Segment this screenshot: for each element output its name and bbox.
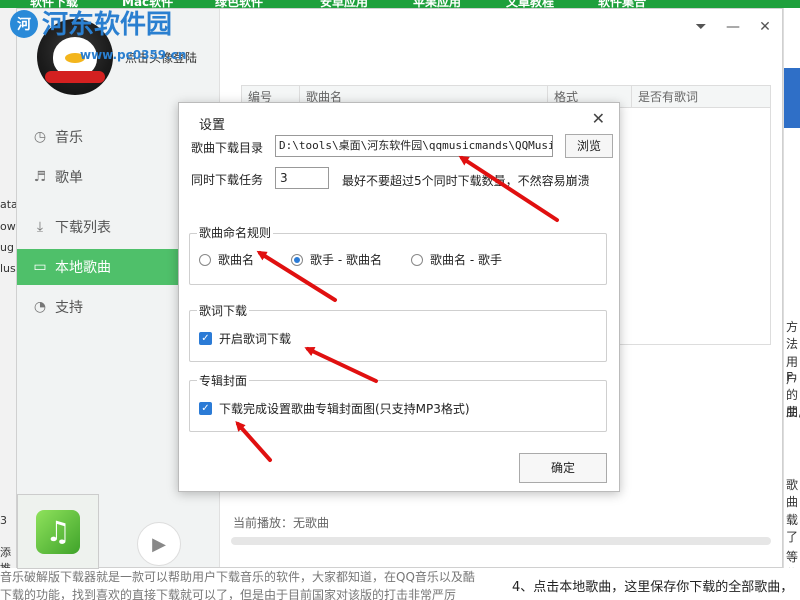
album-cover: ♫ [17,494,99,569]
radio-label: 歌手 - 歌曲名 [310,253,382,267]
play-button[interactable]: ▶ [137,522,181,566]
radio-song-artist[interactable]: 歌曲名 - 歌手 [411,251,502,268]
now-playing-status: 当前播放：无歌曲 [233,516,330,530]
concurrent-tasks-hint: 最好不要超过5个同时下载数量，不然容易崩溃 [342,174,590,188]
download-dir-label: 歌曲下载目录 [191,141,264,155]
playback-progress-bar[interactable] [231,537,771,545]
radio-artist-song[interactable]: 歌手 - 歌曲名 [291,251,382,268]
music-note-icon: ♫ [36,509,80,554]
browse-button[interactable]: 浏览 [565,134,613,158]
avatar-scarf [45,71,105,83]
bg-text-fragment: 方法 [786,320,799,351]
checkbox-label: 开启歌词下载 [219,332,292,346]
watermark-url: www.pc0359.cn [80,48,187,62]
background-page-right: 方法 用户 F, 的朋 曲, 歌曲 载了 等信 [783,8,800,600]
close-window-button[interactable]: ✕ [756,19,774,35]
radio-label: 歌曲名 - 歌手 [430,253,502,267]
site-nav-item[interactable]: 文章教程 [506,0,554,8]
settings-dialog: 设置 ✕ 歌曲下载目录 D:\tools\桌面\河东软件园\qqmusicman… [178,102,620,492]
radio-circle-selected [291,253,303,266]
download-dir-input[interactable]: D:\tools\桌面\河东软件园\qqmusicmands\QQMusicI [275,135,553,157]
dropdown-menu-icon[interactable]: ⏷ [692,19,710,35]
site-nav-item[interactable]: 苹果应用 [413,0,461,8]
bg-text-line: 4、点击本地歌曲，这里保存你下载的全部歌曲， [512,580,794,595]
bg-text-fragment: lus [0,262,16,275]
enable-lyrics-checkbox[interactable]: ✓ 开启歌词下载 [199,330,291,347]
site-nav-item[interactable]: 软件集合 [598,0,646,8]
watermark-logo: 河 [10,10,38,38]
bg-text-fragment: 曲, [786,405,800,419]
minimize-button[interactable]: — [724,19,742,35]
support-icon: ◔ [33,299,47,315]
set-cover-checkbox[interactable]: ✓ 下载完成设置歌曲专辑封面图(只支持MP3格式) [199,400,470,417]
playlist-icon: ♬ [33,169,47,185]
site-nav-item[interactable]: 安卓应用 [320,0,368,8]
bg-text-fragment: ug [0,241,14,254]
bg-text-fragment: 歌曲 [786,478,799,509]
naming-rule-title: 歌曲命名规则 [197,224,274,241]
concurrent-tasks-label: 同时下载任务 [191,173,264,187]
watermark-text: 河东软件园 [42,10,173,40]
checkmark-icon: ✓ [199,402,212,415]
album-cover-title: 专辑封面 [197,372,250,389]
background-page-bottom: 音乐破解版下载器就是一款可以帮助用户下载音乐的软件，大家都知道，在QQ音乐以及酷… [0,568,800,600]
dialog-title: 设置 [199,118,226,133]
radio-song-name[interactable]: 歌曲名 [199,251,254,268]
checkbox-label: 下载完成设置歌曲专辑封面图(只支持MP3格式) [219,402,470,416]
site-nav-item[interactable]: 软件下载 [30,0,78,8]
checkmark-icon: ✓ [199,332,212,345]
lyrics-download-title: 歌词下载 [197,302,250,319]
radio-label: 歌曲名 [218,253,255,267]
site-nav-item[interactable]: 绿色软件 [215,0,263,8]
window-controls: ⏷ — ✕ [692,19,774,35]
bg-text-fragment: 3 [0,514,7,527]
download-icon: ⤓ [36,219,44,235]
bg-text-fragment: ow [0,220,16,233]
music-icon: ◷ [33,129,47,145]
ok-button[interactable]: 确定 [519,453,607,483]
bg-text-fragment: 载了 [786,513,799,544]
sidebar-item-label: 音乐 [55,130,83,146]
site-top-nav: 软件下载 Mac软件 绿色软件 安卓应用 苹果应用 文章教程 软件集合 [0,0,800,8]
site-watermark: 河 河东软件园 www.pc0359.cn [10,10,186,62]
background-page-left: ata ow ug lus 3 添推 [0,8,18,600]
concurrent-tasks-input[interactable]: 3 [275,167,329,189]
bg-text-line: 下载的功能，找到喜欢的直接下载就可以了，但是由于目前国家对该版的打击非常严厉 [0,588,457,600]
site-nav-item[interactable]: Mac软件 [122,0,173,8]
bg-blue-panel [784,68,800,128]
column-header[interactable]: 是否有歌词 [632,86,770,107]
play-icon: ▶ [152,533,166,555]
sidebar-item-label: 本地歌曲 [55,260,111,276]
radio-circle [199,253,211,266]
monitor-icon: ▭ [33,259,47,275]
close-icon[interactable]: ✕ [592,109,605,128]
sidebar-item-label: 支持 [55,300,83,316]
sidebar-item-label: 歌单 [55,170,83,186]
bg-text-fragment: F, [786,370,797,384]
radio-circle [411,253,423,266]
bg-text-line: 音乐破解版下载器就是一款可以帮助用户下载音乐的软件，大家都知道，在QQ音乐以及酷 [0,570,475,584]
sidebar-item-label: 下载列表 [55,220,111,236]
